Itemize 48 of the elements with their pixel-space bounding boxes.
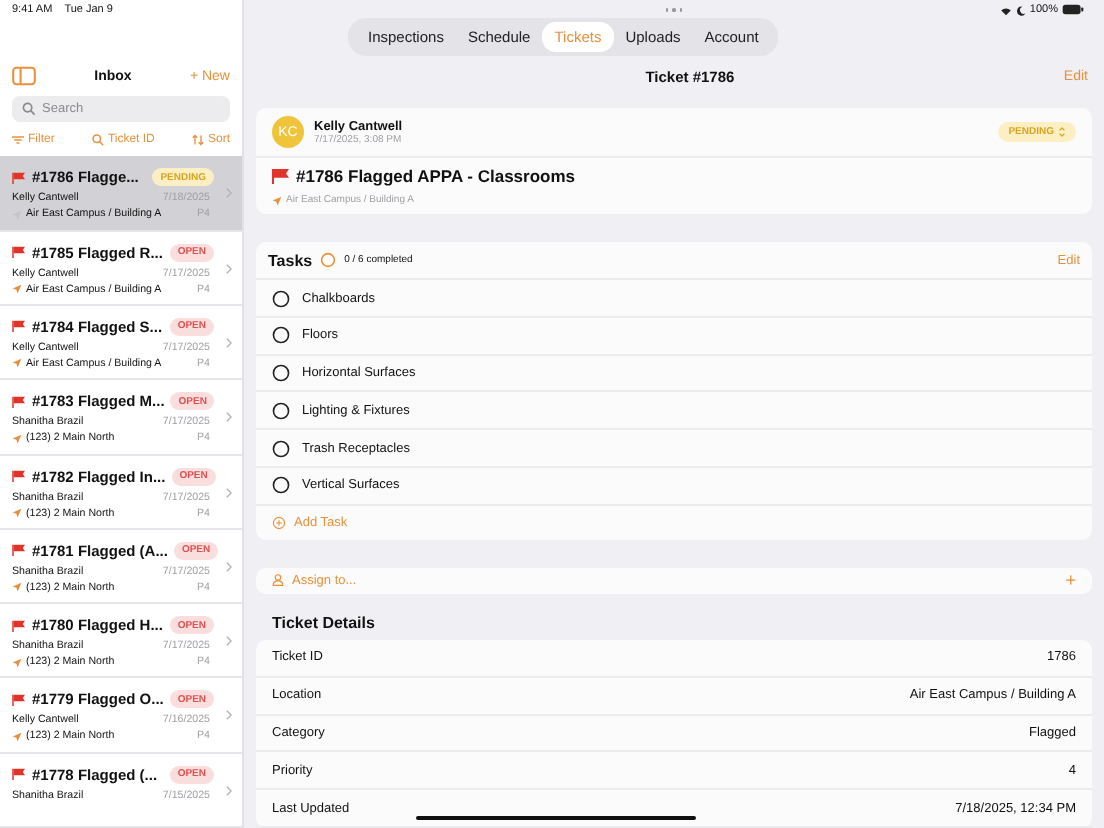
battery-icon bbox=[1062, 4, 1084, 16]
flag-icon bbox=[12, 246, 26, 259]
plus-circle-icon bbox=[272, 515, 286, 530]
moon-icon bbox=[1015, 5, 1026, 15]
wifi-icon bbox=[999, 5, 1012, 15]
ticket-title: #1786 Flagged APPA - Classrooms bbox=[296, 166, 576, 187]
circle-icon[interactable] bbox=[272, 326, 290, 345]
chevron-right-icon bbox=[226, 337, 232, 348]
circle-icon[interactable] bbox=[272, 476, 290, 495]
location-arrow-icon bbox=[12, 731, 22, 742]
chevron-right-icon bbox=[226, 636, 232, 647]
location-arrow-icon bbox=[12, 508, 22, 518]
flag-icon bbox=[12, 544, 26, 557]
chevron-right-icon bbox=[226, 487, 232, 497]
tasks-title: Tasks bbox=[268, 251, 313, 270]
person-icon bbox=[272, 574, 284, 587]
circle-icon[interactable] bbox=[272, 401, 290, 420]
location-arrow-icon bbox=[12, 433, 22, 444]
search-icon bbox=[22, 102, 36, 117]
flag-icon bbox=[12, 693, 26, 706]
location-arrow-icon bbox=[12, 358, 22, 369]
flag-icon bbox=[12, 619, 26, 632]
flag-icon bbox=[12, 171, 26, 184]
circle-icon[interactable] bbox=[272, 289, 290, 308]
section-title: Ticket Details bbox=[272, 614, 377, 635]
flag-icon bbox=[12, 470, 26, 482]
chevron-right-icon bbox=[226, 263, 232, 274]
chevron-right-icon bbox=[226, 710, 232, 721]
circle-icon[interactable] bbox=[272, 364, 290, 383]
flag-icon bbox=[12, 768, 26, 781]
chevron-right-icon bbox=[226, 561, 232, 572]
location-arrow-icon bbox=[12, 657, 22, 668]
flag-icon bbox=[12, 395, 26, 408]
chevron-right-icon bbox=[226, 412, 232, 423]
flag-icon bbox=[272, 168, 290, 185]
chevron-up-down-icon bbox=[1058, 126, 1066, 139]
sort-icon bbox=[191, 134, 204, 147]
filter-icon bbox=[12, 134, 24, 147]
location-arrow-icon bbox=[12, 582, 22, 593]
location-arrow-icon bbox=[272, 195, 282, 206]
chevron-right-icon bbox=[226, 785, 232, 796]
location-arrow-icon bbox=[12, 284, 22, 295]
search-icon bbox=[91, 134, 104, 147]
chevron-right-icon bbox=[226, 188, 232, 199]
flag-icon bbox=[12, 320, 26, 333]
circle-icon bbox=[320, 252, 337, 269]
sidebar-toggle-icon[interactable] bbox=[12, 66, 36, 87]
circle-icon[interactable] bbox=[272, 439, 290, 458]
